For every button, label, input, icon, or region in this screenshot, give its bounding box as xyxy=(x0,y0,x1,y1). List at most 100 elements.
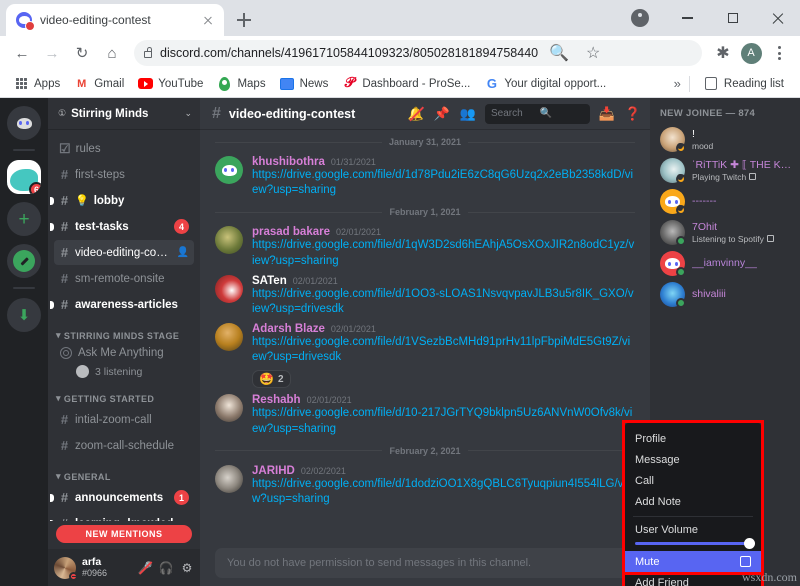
avatar[interactable]: A xyxy=(738,40,764,66)
message-author[interactable]: Adarsh Blaze xyxy=(252,323,325,335)
bookmark-youtube[interactable]: YouTube xyxy=(132,74,209,93)
home-icon[interactable]: ⌂ xyxy=(98,39,126,67)
channel-sm-remote-onsite[interactable]: # sm-remote-onsite xyxy=(54,266,194,291)
member-item[interactable]: 7Ohit Listening to Spotify xyxy=(650,217,800,248)
channel-learning-knowledge[interactable]: # learning--knowledge--re... xyxy=(54,511,194,521)
context-item-profile[interactable]: Profile xyxy=(625,428,761,449)
search-input[interactable]: Search 🔍 xyxy=(485,104,590,124)
message-author[interactable]: SATen xyxy=(252,275,287,287)
member-item[interactable]: ˈRiTTiK ✚ ⟦ THE KNIG... Playing Twitch xyxy=(650,155,800,186)
bookmarks-overflow-icon[interactable]: » xyxy=(674,76,681,91)
help-icon[interactable]: ❓ xyxy=(624,105,642,123)
new-mentions-button[interactable]: NEW MENTIONS xyxy=(56,525,192,543)
channel-rules[interactable]: ☑ rules xyxy=(54,136,194,161)
microphone-muted-icon[interactable]: 🎤 xyxy=(138,561,152,575)
download-apps-button[interactable]: ⬇ xyxy=(7,298,41,332)
close-tab-icon[interactable] xyxy=(200,12,216,28)
bookmark-news[interactable]: News xyxy=(274,74,335,93)
explore-servers-button[interactable] xyxy=(7,244,41,278)
inbox-icon[interactable]: 📥 xyxy=(598,105,616,123)
bookmark-your-digital-opport[interactable]: G Your digital opport... xyxy=(478,74,612,93)
bookmark-gmail[interactable]: M Gmail xyxy=(68,74,130,93)
category-getting-started[interactable]: ▾ GETTING STARTED xyxy=(48,381,200,407)
gear-icon[interactable]: ⚙ xyxy=(180,561,194,575)
category-stirring-minds-stage[interactable]: ▾ STIRRING MINDS STAGE xyxy=(48,318,200,344)
headset-icon[interactable]: 🎧 xyxy=(159,561,173,575)
context-item-mute[interactable]: Mute xyxy=(625,551,761,572)
bell-muted-icon[interactable]: 🔔 xyxy=(407,105,425,123)
user-volume-control[interactable]: User Volume xyxy=(625,521,761,551)
slider-handle[interactable] xyxy=(744,538,755,549)
channel-announcements[interactable]: # announcements 1 xyxy=(54,485,194,510)
close-window-button[interactable] xyxy=(755,0,800,36)
volume-slider[interactable] xyxy=(635,542,751,545)
avatar[interactable] xyxy=(215,394,243,422)
guild-header[interactable]: ① Stirring Minds ⌄ xyxy=(48,98,200,129)
bookmark-apps[interactable]: Apps xyxy=(8,74,66,93)
bookmark-dashboard[interactable]: 𝒫 Dashboard - ProSe... xyxy=(336,74,476,93)
reading-list-button[interactable]: Reading list xyxy=(698,74,790,93)
extensions-icon[interactable]: ✱ xyxy=(710,40,736,66)
message-link[interactable]: https://drive.google.com/file/d/1OO3-sLO… xyxy=(252,287,635,317)
context-item-add-friend[interactable]: Add Friend xyxy=(625,572,761,586)
channel-awareness-articles[interactable]: # awareness-articles xyxy=(54,292,194,317)
discord-home-icon[interactable] xyxy=(7,106,41,140)
context-item-add-note[interactable]: Add Note xyxy=(625,491,761,512)
message-link[interactable]: https://drive.google.com/file/d/1dodziOO… xyxy=(252,477,635,507)
channel-zoom-call-schedule[interactable]: # zoom-call-schedule xyxy=(54,433,194,458)
context-item-message[interactable]: Message xyxy=(625,449,761,470)
bookmark-label: Your digital opport... xyxy=(504,78,606,90)
avatar[interactable] xyxy=(54,557,76,579)
message-list[interactable]: January 31, 2021 khushibothra 01/31/2021… xyxy=(200,129,650,546)
member-item[interactable]: ------- xyxy=(650,186,800,217)
address-bar[interactable]: discord.com/channels/419617105844109323/… xyxy=(134,40,702,66)
channel-test-tasks[interactable]: # test-tasks 4 xyxy=(54,214,194,239)
mute-checkbox[interactable] xyxy=(740,556,751,567)
pin-icon[interactable]: 📌 xyxy=(433,105,451,123)
avatar[interactable] xyxy=(215,156,243,184)
profile-pin-icon[interactable] xyxy=(631,9,649,27)
message-link[interactable]: https://drive.google.com/file/d/1VSezbBc… xyxy=(252,335,635,365)
zoom-search-icon[interactable]: 🔍 xyxy=(546,40,572,66)
user-names[interactable]: arfa #0966 xyxy=(82,556,132,578)
avatar[interactable] xyxy=(215,226,243,254)
channel-first-steps[interactable]: # first-steps xyxy=(54,162,194,187)
member-item[interactable]: __iamvinny__ xyxy=(650,248,800,279)
back-icon[interactable]: ← xyxy=(8,39,36,67)
reload-icon[interactable]: ↻ xyxy=(68,39,96,67)
channel-video-editing-contest[interactable]: # video-editing-contest 👤 xyxy=(54,240,194,265)
message-author[interactable]: Reshabh xyxy=(252,394,301,406)
message-author[interactable]: prasad bakare xyxy=(252,226,330,238)
channel-lobby[interactable]: # 💡 lobby xyxy=(54,188,194,213)
minimize-button[interactable] xyxy=(665,0,710,36)
chrome-menu-button[interactable] xyxy=(766,40,792,66)
new-tab-button[interactable] xyxy=(230,6,258,34)
message-link[interactable]: https://drive.google.com/file/d/1d78Pdu2… xyxy=(252,168,635,198)
channel-intial-zoom-call[interactable]: # intial-zoom-call xyxy=(54,407,194,432)
avatar[interactable] xyxy=(215,465,243,493)
message-author[interactable]: JARIHD xyxy=(252,465,295,477)
reading-list-label: Reading list xyxy=(724,78,784,90)
message-link[interactable]: https://drive.google.com/file/d/1qW3D2sd… xyxy=(252,238,635,268)
avatar[interactable] xyxy=(215,323,243,351)
bookmark-maps[interactable]: Maps xyxy=(211,74,271,93)
add-server-button[interactable]: + xyxy=(7,202,41,236)
member-item[interactable]: ! mood xyxy=(650,124,800,155)
stage-channel-ask-me-anything[interactable]: Ask Me Anything xyxy=(48,344,200,362)
avatar[interactable] xyxy=(215,275,243,303)
chevron-down-icon[interactable]: ⌄ xyxy=(184,108,192,119)
maximize-button[interactable] xyxy=(710,0,755,36)
hash-icon: # xyxy=(59,245,70,260)
members-icon[interactable]: 👥 xyxy=(459,105,477,123)
member-add-icon[interactable]: 👤 xyxy=(177,247,189,258)
browser-tab[interactable]: video-editing-contest xyxy=(6,4,224,36)
context-item-call[interactable]: Call xyxy=(625,470,761,491)
message-author[interactable]: khushibothra xyxy=(252,156,325,168)
bookmark-star-icon[interactable]: ☆ xyxy=(580,40,606,66)
member-item[interactable]: shivaliii xyxy=(650,279,800,310)
forward-icon[interactable]: → xyxy=(38,39,66,67)
message-reaction[interactable]: 🤩 2 xyxy=(252,370,291,388)
server-icon-stirring-minds[interactable]: 6 xyxy=(7,160,41,194)
category-general[interactable]: ▾ GENERAL xyxy=(48,459,200,485)
message-link[interactable]: https://drive.google.com/file/d/10-217JG… xyxy=(252,406,635,436)
